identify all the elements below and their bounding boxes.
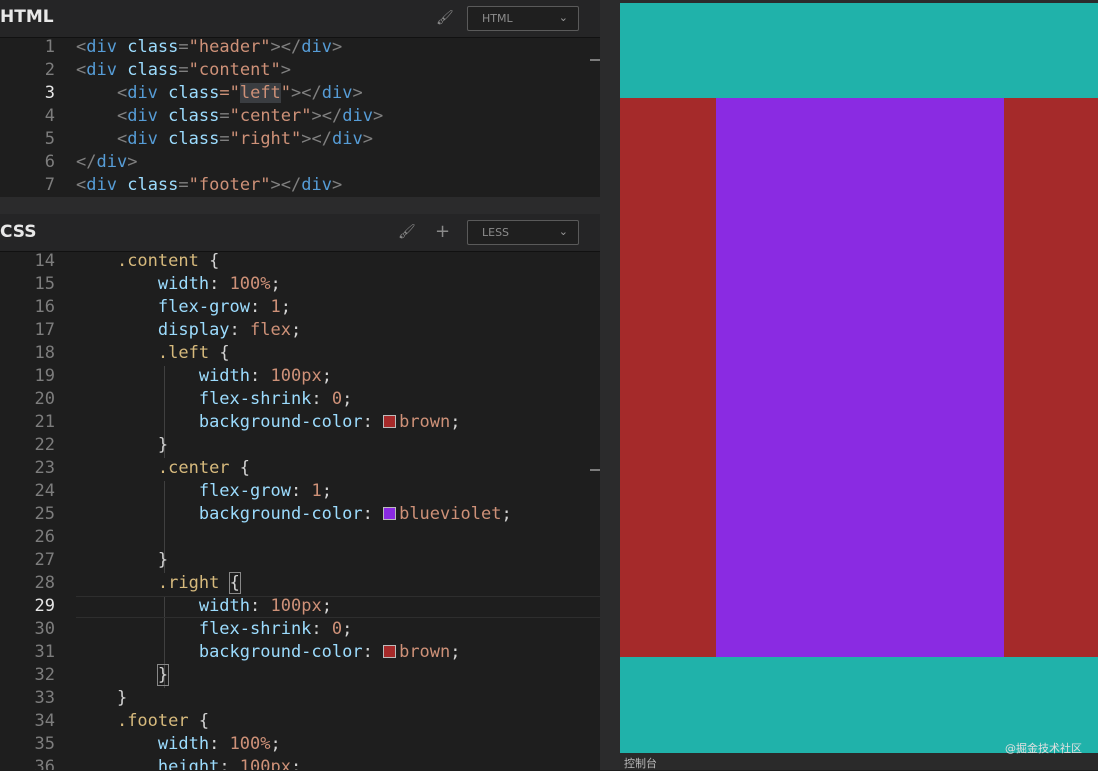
editor-preview-splitter[interactable] [600, 0, 620, 770]
code-line: background-color: brown; [198, 412, 461, 432]
code-line: } [157, 435, 169, 455]
line-number[interactable]: 20 [0, 389, 55, 409]
line-number[interactable]: 14 [0, 251, 55, 271]
line-number[interactable]: 2 [0, 60, 55, 80]
preview-left-block [620, 98, 716, 657]
line-number[interactable]: 36 [0, 757, 55, 770]
code-line: flex-shrink: 0; [198, 619, 353, 639]
preview-footer-block [620, 657, 1098, 753]
line-number[interactable]: 5 [0, 129, 55, 149]
css-panel-title: CSS [0, 222, 37, 242]
color-swatch-brown[interactable] [383, 645, 397, 658]
html-panel-header: HTML 🖌︎ HTML ⌄ [0, 0, 600, 38]
chevron-down-icon: ⌄ [558, 225, 568, 238]
code-line: display: flex; [157, 320, 302, 340]
line-number[interactable]: 25 [0, 504, 55, 524]
code-line: flex-grow: 1; [157, 297, 291, 317]
code-line: width: 100%; [157, 734, 281, 754]
code-line: } [116, 688, 128, 708]
html-code-area[interactable]: 1 2 3 4 5 6 7 <div class="header"></div> <div … [0, 37, 600, 197]
code-line: flex-grow: 1; [198, 481, 332, 501]
code-line: <div class="header"></div> [76, 37, 343, 57]
html-language-label: HTML [482, 12, 513, 25]
line-number[interactable]: 16 [0, 297, 55, 317]
code-line: height: 100px; [157, 757, 302, 770]
plus-icon[interactable]: + [435, 221, 450, 242]
code-line: background-color: brown; [198, 642, 461, 662]
line-number[interactable]: 15 [0, 274, 55, 294]
line-number[interactable]: 26 [0, 527, 55, 547]
line-number[interactable]: 33 [0, 688, 55, 708]
css-scroll-marker[interactable] [590, 469, 600, 471]
preview-center-block [716, 98, 1004, 657]
paint-brush-icon[interactable]: 🖌︎ [436, 10, 454, 26]
code-line: </div> [76, 152, 138, 172]
css-preprocessor-select[interactable]: LESS ⌄ [467, 220, 579, 245]
code-line: width: 100%; [157, 274, 281, 294]
line-number[interactable]: 6 [0, 152, 55, 172]
preview-pane [620, 3, 1098, 753]
html-panel-title: HTML [0, 7, 54, 27]
code-line: flex-shrink: 0; [198, 389, 353, 409]
color-swatch-blueviolet[interactable] [383, 507, 397, 520]
code-line: .content { [116, 251, 220, 271]
html-scroll-marker[interactable] [590, 59, 600, 61]
preview-content-block [620, 98, 1098, 657]
code-line: background-color: blueviolet; [198, 504, 512, 524]
panel-resize-handle[interactable] [0, 197, 600, 214]
code-line: .right { [157, 572, 241, 594]
line-number[interactable]: 3 [0, 83, 55, 103]
chevron-down-icon: ⌄ [558, 11, 568, 24]
code-line: <div class="content"> [76, 60, 292, 80]
line-number[interactable]: 29 [0, 596, 55, 616]
line-number[interactable]: 4 [0, 106, 55, 126]
line-number[interactable]: 19 [0, 366, 55, 386]
code-line: width: 100px; [198, 596, 332, 616]
line-number[interactable]: 7 [0, 175, 55, 195]
line-number[interactable]: 21 [0, 412, 55, 432]
console-label[interactable]: 控制台 [624, 755, 657, 771]
color-swatch-brown[interactable] [383, 415, 397, 428]
console-bar[interactable]: 控制台 @掘金技术社区 [620, 742, 1098, 771]
line-number[interactable]: 28 [0, 573, 55, 593]
line-number[interactable]: 31 [0, 642, 55, 662]
code-line: .footer { [116, 711, 210, 731]
code-line: <div class="right"></div> [116, 129, 373, 149]
code-line: .center { [157, 458, 251, 478]
line-number[interactable]: 34 [0, 711, 55, 731]
line-number[interactable]: 32 [0, 665, 55, 685]
css-language-label: LESS [482, 226, 510, 239]
preview-header-block [620, 3, 1098, 98]
code-line: <div class="left"></div> [116, 83, 363, 103]
code-line: width: 100px; [198, 366, 332, 386]
line-number[interactable]: 22 [0, 435, 55, 455]
line-number[interactable]: 18 [0, 343, 55, 363]
line-number[interactable]: 1 [0, 37, 55, 57]
code-line: } [157, 550, 169, 570]
paint-brush-icon[interactable]: 🖌︎ [398, 224, 416, 240]
line-number[interactable]: 24 [0, 481, 55, 501]
css-code-area[interactable]: 14 15 16 17 18 19 20 21 22 23 24 25 26 27 28 29 30 31 32 33… [0, 251, 600, 770]
code-line: .left { [157, 343, 230, 363]
line-number[interactable]: 17 [0, 320, 55, 340]
line-number[interactable]: 27 [0, 550, 55, 570]
line-number[interactable]: 23 [0, 458, 55, 478]
html-language-select[interactable]: HTML ⌄ [467, 6, 579, 31]
code-line: <div class="center"></div> [116, 106, 384, 126]
line-number[interactable]: 30 [0, 619, 55, 639]
watermark: @掘金技术社区 [1005, 742, 1082, 755]
preview-right-block [1004, 98, 1098, 657]
code-line: <div class="footer"></div> [76, 175, 343, 195]
css-panel-header: CSS 🖌︎ + LESS ⌄ [0, 214, 600, 252]
line-number[interactable]: 35 [0, 734, 55, 754]
code-editor: HTML 🖌︎ HTML ⌄ 1234567 <div class="heade… [0, 0, 600, 770]
code-line: } [156, 664, 170, 686]
